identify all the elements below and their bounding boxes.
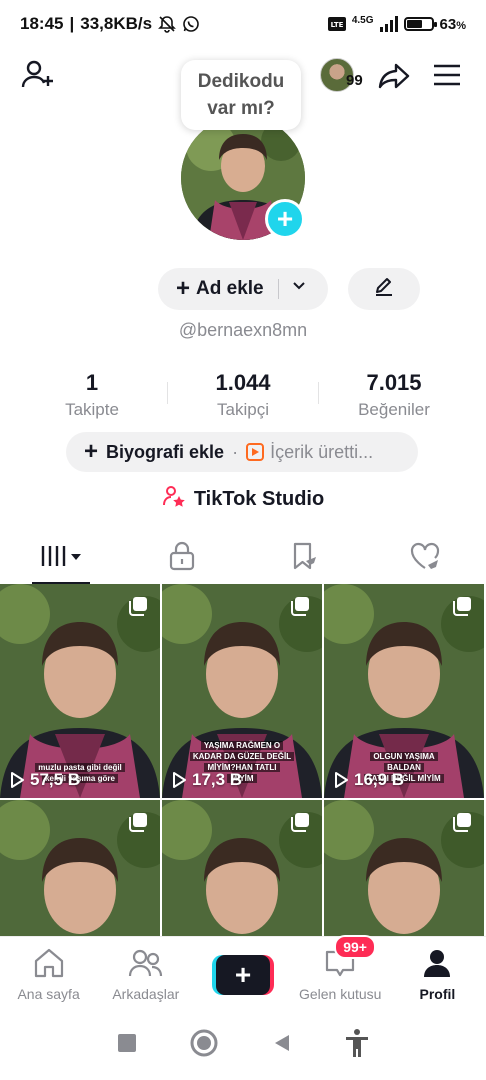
likes-label: Beğeniler [358, 400, 430, 419]
profile-icon [421, 947, 453, 982]
multi-photo-icon [452, 596, 472, 621]
nav-profile-label: Profil [419, 986, 456, 1002]
nav-home-label: Ana sayfa [17, 986, 80, 1002]
multi-photo-icon [128, 812, 148, 837]
content-tabs [0, 532, 486, 584]
caption-line: OLGUN YAŞIMA [370, 752, 438, 761]
bio-creator-pill[interactable]: + Biyografi ekle · İçerik üretti... [66, 432, 418, 472]
bubble-line-2: var mı? [207, 98, 275, 119]
nav-home[interactable]: Ana sayfa [0, 937, 97, 1010]
video-tile[interactable]: muzlu pasta gibi değil kendi yaşıma göre 5… [0, 584, 160, 798]
inbox-count-badge: 99+ [334, 935, 376, 959]
view-count: 57,5 B [10, 770, 80, 790]
heart-icon [409, 541, 441, 576]
lock-icon [168, 541, 196, 576]
mute-bell-icon [158, 15, 177, 33]
view-count-text: 16,9 B [354, 770, 405, 789]
followers-label: Takipçi [217, 400, 269, 419]
followers-count: 1.044 [215, 370, 271, 395]
add-name-label: Ad ekle [196, 278, 264, 299]
add-user-icon[interactable] [20, 56, 56, 92]
nav-friends-label: Arkadaşlar [112, 986, 180, 1002]
whatsapp-icon [182, 15, 200, 33]
likes-count: 7.015 [366, 370, 422, 395]
tab-private[interactable] [122, 532, 244, 584]
followers-stat[interactable]: 1.044 Takipçi [168, 370, 318, 420]
following-count: 1 [85, 370, 99, 395]
menu-icon[interactable] [432, 60, 462, 90]
nav-create[interactable]: + [194, 937, 291, 1010]
view-count: 17,3 B [172, 770, 242, 790]
bookmark-icon [289, 541, 319, 576]
network-type: 4.5G [351, 14, 374, 26]
profile-stats: 1 Takipte 1.044 Takipçi 7.015 Beğeniler [0, 370, 486, 420]
network-speed: 33,8KB/s [80, 14, 153, 33]
edit-profile-button[interactable] [348, 268, 420, 310]
following-label: Takipte [65, 400, 119, 419]
tiktok-studio-link[interactable]: TikTok Studio [0, 484, 486, 514]
separator-dot: · [232, 441, 239, 462]
play-icon [11, 772, 24, 788]
accessibility-icon[interactable] [344, 1028, 370, 1063]
back-triangle-icon[interactable] [271, 1032, 293, 1059]
nav-profile[interactable]: Profil [389, 937, 486, 1010]
nav-friends[interactable]: Arkadaşlar [97, 937, 194, 1010]
bottom-navigation: Ana sayfa Arkadaşlar + 99+ Gelen kutusu … [0, 935, 486, 1010]
caption-line: YAŞIMA RAĞMEN O [200, 741, 284, 750]
username: @bernaexn8mn [178, 320, 308, 340]
nav-inbox-label: Gelen kutusu [298, 986, 382, 1002]
likes-stat[interactable]: 7.015 Beğeniler [319, 370, 469, 420]
share-icon[interactable] [376, 58, 412, 94]
friends-icon [128, 947, 164, 982]
create-plus-icon[interactable]: + [212, 955, 274, 995]
plus-icon: + [176, 275, 191, 302]
creator-label[interactable]: İçerik üretti... [270, 442, 373, 463]
grid-icon [39, 542, 83, 575]
home-icon [32, 947, 66, 982]
friends-count[interactable]: 99 [346, 72, 363, 89]
battery-percent: 63 [439, 15, 457, 33]
video-tile[interactable]: YAŞIMA RAĞMEN O KADAR DA GÜZEL DEĞİL MİYİM… [162, 584, 322, 798]
signal-icon [379, 16, 398, 32]
add-name-button[interactable]: + Ad ekle [158, 268, 328, 310]
volte-icon: LTE [327, 16, 346, 32]
view-count-text: 17,3 B [192, 770, 243, 789]
status-bar: 18:45 | 33,8KB/s LTE 4.5G 63% [20, 14, 466, 33]
add-bio-label[interactable]: Biyografi ekle [106, 442, 224, 463]
battery-icon [403, 17, 437, 31]
caption-line: KADAR DA GÜZEL DEĞİL [189, 752, 295, 761]
tab-favorites[interactable] [243, 532, 365, 584]
recents-square-icon[interactable] [116, 1032, 138, 1059]
bubble-line-1: Dedikodu [197, 71, 285, 92]
gossip-prompt-bubble[interactable]: Dedikodu var mı? [181, 60, 301, 130]
pencil-icon [373, 275, 395, 303]
chevron-down-icon[interactable] [291, 278, 307, 300]
studio-label: TikTok Studio [193, 487, 325, 510]
play-icon [173, 772, 186, 788]
view-count-text: 57,5 B [30, 770, 81, 789]
play-icon [335, 772, 348, 788]
battery-unit: % [456, 19, 466, 32]
clock: 18:45 [20, 14, 64, 33]
tab-liked[interactable] [365, 532, 486, 584]
android-system-nav [0, 1010, 486, 1080]
home-circle-icon[interactable] [189, 1028, 219, 1063]
nav-inbox[interactable]: 99+ Gelen kutusu [292, 935, 389, 1010]
plus-icon: + [84, 438, 99, 465]
studio-person-star-icon [162, 484, 186, 514]
add-photo-plus-icon[interactable]: + [265, 199, 305, 239]
multi-photo-icon [128, 596, 148, 621]
video-tile[interactable]: OLGUN YAŞIMA BALDAN TATLI DEĞİL MİYİM 16,9 … [324, 584, 484, 798]
multi-photo-icon [290, 812, 310, 837]
svg-text:LTE: LTE [330, 21, 343, 29]
tab-videos[interactable] [0, 532, 122, 584]
multi-photo-icon [290, 596, 310, 621]
multi-photo-icon [452, 812, 472, 837]
following-stat[interactable]: 1 Takipte [17, 370, 167, 420]
creator-play-icon [246, 443, 265, 461]
view-count: 16,9 B [334, 770, 404, 790]
